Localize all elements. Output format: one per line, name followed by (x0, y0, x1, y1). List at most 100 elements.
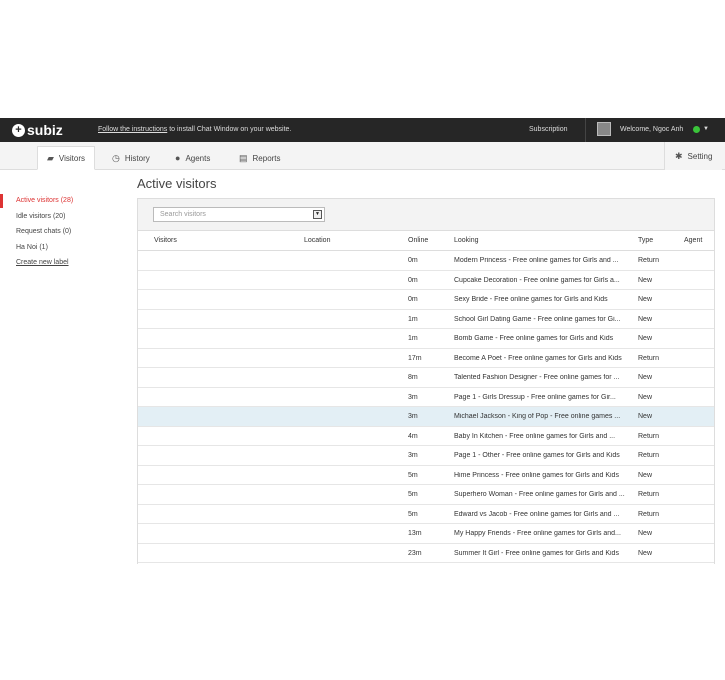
visitor-online-time: 5m (408, 491, 418, 498)
visitor-looking-page: My Happy Friends - Free online games for… (454, 530, 621, 537)
top-bar: + subiz Follow the instructions to insta… (0, 118, 725, 142)
visitor-type: New (638, 335, 653, 342)
document-icon: ▤ (239, 152, 248, 163)
table-row[interactable]: ▲Pakistan (Abbottabad) #257356383Abbotta… (138, 368, 714, 388)
table-row[interactable]: ▲New Zealand (Timaru) #257365001Timaru0m… (138, 271, 714, 290)
visitor-looking-page: Bomb Game - Free online games for Girls … (454, 335, 614, 342)
table-row[interactable]: ▲India (Bhopal) #257361989Bhopal3mPage 1… (138, 388, 714, 407)
visitor-online-time: 3m (408, 413, 418, 420)
visitor-type: Return (638, 257, 660, 264)
column-header-looking[interactable]: Looking (454, 237, 479, 244)
table-row[interactable]: ▲Pakistan (Karachi) #247450277Karachi4mB… (138, 427, 714, 446)
visitor-online-time: 13m (408, 530, 422, 537)
dropdown-arrow-icon[interactable]: ▼ (313, 210, 322, 219)
subiz-logo[interactable]: + subiz (12, 122, 63, 138)
tab-history[interactable]: ◷ History (112, 146, 150, 170)
visitor-type: New (638, 549, 653, 557)
user-icon: ● (175, 153, 181, 163)
visitor-online-time: 8m (408, 374, 418, 381)
sidebar-item-ha-noi[interactable]: Ha Noi (1) (0, 241, 125, 257)
gear-icon: ✱ (675, 150, 683, 161)
table-row[interactable]: ▲Malaysia (Kuala Lumpur) #257363818Kuala… (138, 310, 714, 329)
table-row[interactable]: ▲Denmark (Kolding) #98961255Kolding0mMod… (138, 251, 714, 271)
visitor-online-time: 5m (408, 510, 418, 518)
table-row[interactable]: ▲Malaysia (Kuala Lumpur) #257334270Kuala… (138, 329, 714, 349)
table-row[interactable]: ▲Malaysia (Johor Bahru) #252250156Johor … (138, 505, 714, 524)
table-header: Visitors Location Online Looking Type Ag… (138, 231, 714, 251)
subscription-link[interactable]: Subscription (529, 126, 568, 133)
visitor-type: New (638, 530, 653, 537)
setting-button[interactable]: ✱ Setting (664, 142, 723, 170)
table-row[interactable]: ▲Pakistan (Karachi) #257361973Karachi3mM… (138, 407, 714, 427)
visitor-online-time: 23m (408, 549, 422, 557)
table-row[interactable]: ▲India (Panaji) #103921627Panaji17mBecom… (138, 349, 714, 368)
chevron-down-icon[interactable]: ▼ (703, 126, 709, 132)
page-title: Active visitors (137, 176, 217, 191)
tab-visitors-label: Visitors (58, 153, 86, 163)
column-header-visitors[interactable]: Visitors (154, 237, 177, 244)
search-placeholder: Search visitors (160, 211, 206, 218)
visitor-looking-page: Cupcake Decoration - Free online games f… (454, 276, 620, 284)
avatar[interactable] (597, 122, 611, 136)
table-row[interactable]: ▲India (Bhopal) #257342543Bhopal23mSumme… (138, 544, 714, 563)
column-header-agent[interactable]: Agent (684, 237, 702, 244)
visitor-looking-page: Become A Poet - Free online games for Gi… (454, 354, 622, 362)
visitor-type: New (638, 296, 653, 303)
visitor-type: Return (638, 354, 660, 362)
create-label-link[interactable]: Create new label (0, 256, 125, 272)
setting-label: Setting (687, 151, 713, 161)
visitor-looking-page: Page 1 - Girls Dressup - Free online gam… (454, 393, 616, 401)
tab-reports[interactable]: ▤ Reports (239, 146, 281, 170)
chat-icon: ▰ (47, 152, 54, 163)
online-status-icon[interactable] (693, 126, 700, 133)
visitor-looking-page: Michael Jackson - King of Pop - Free onl… (454, 413, 621, 420)
table-row[interactable]: ▲India (Bijnor) #257351853Bijnor13mMy Ha… (138, 524, 714, 544)
visitor-online-time: 1m (408, 315, 418, 323)
welcome-text[interactable]: Welcome, Ngoc Anh (620, 126, 683, 133)
table-row[interactable]: ▲India #2331813625mSuperhero Woman - Fre… (138, 485, 714, 505)
table-row[interactable]: ▲Georgia (Tbilisi) #40916735Tbilisi3mPag… (138, 446, 714, 466)
sidebar-item-idle-visitors[interactable]: Idle visitors (20) (0, 210, 125, 226)
sidebar: Active visitors (28) Idle visitors (20) … (0, 194, 125, 272)
column-header-online[interactable]: Online (408, 237, 428, 244)
panel-toolbar: Search visitors ▼ (138, 199, 714, 231)
visitor-online-time: 0m (408, 276, 418, 284)
tab-agents[interactable]: ● Agents (175, 146, 210, 170)
visitor-online-time: 3m (408, 393, 418, 401)
topbar-divider (585, 118, 586, 142)
sidebar-item-active-visitors[interactable]: Active visitors (28) (0, 194, 125, 210)
visitor-type: New (638, 413, 653, 420)
visitor-type: Return (638, 452, 660, 459)
visitor-type: New (638, 276, 653, 284)
visitor-online-time: 0m (408, 257, 418, 264)
search-input[interactable]: Search visitors ▼ (153, 207, 325, 222)
visitor-online-time: 4m (408, 432, 418, 440)
visitor-type: New (638, 315, 653, 323)
tab-visitors[interactable]: ▰ Visitors (37, 146, 96, 170)
visitor-type: Return (638, 491, 660, 498)
visitor-looking-page: Modern Princess - Free online games for … (454, 257, 619, 264)
visitor-looking-page: Page 1 - Other - Free online games for G… (454, 452, 620, 459)
tab-reports-label: Reports (252, 153, 281, 163)
table-row[interactable]: ▲India (Bolpur) #257364525Bolpur0mSexy B… (138, 290, 714, 310)
visitor-type: Return (638, 510, 660, 518)
sidebar-item-request-chats[interactable]: Request chats (0) (0, 225, 125, 241)
visitor-looking-page: Talented Fashion Designer - Free online … (454, 374, 620, 381)
visitor-looking-page: Summer It Girl - Free online games for G… (454, 549, 619, 557)
app-window: + subiz Follow the instructions to insta… (0, 118, 725, 564)
column-header-location[interactable]: Location (304, 237, 330, 244)
visitor-online-time: 17m (408, 354, 422, 362)
visitor-looking-page: Superhero Woman - Free online games for … (454, 491, 625, 498)
install-instructions-link[interactable]: Follow the instructions (98, 126, 167, 133)
clock-icon: ◷ (112, 152, 120, 163)
visitor-type: New (638, 393, 653, 401)
column-header-type[interactable]: Type (638, 237, 653, 244)
visitor-looking-page: Sexy Bride - Free online games for Girls… (454, 296, 608, 303)
visitor-type: New (638, 374, 653, 381)
install-notice-text: to install Chat Window on your website. (167, 126, 292, 133)
visitor-online-time: 3m (408, 452, 418, 459)
table-row[interactable]: ▲India (Bhilai) #257360284Bhilai5mHime P… (138, 466, 714, 485)
tab-agents-label: Agents (185, 153, 211, 163)
visitor-table-body: ▲Denmark (Kolding) #98961255Kolding0mMod… (138, 251, 714, 563)
visitor-online-time: 1m (408, 335, 418, 342)
